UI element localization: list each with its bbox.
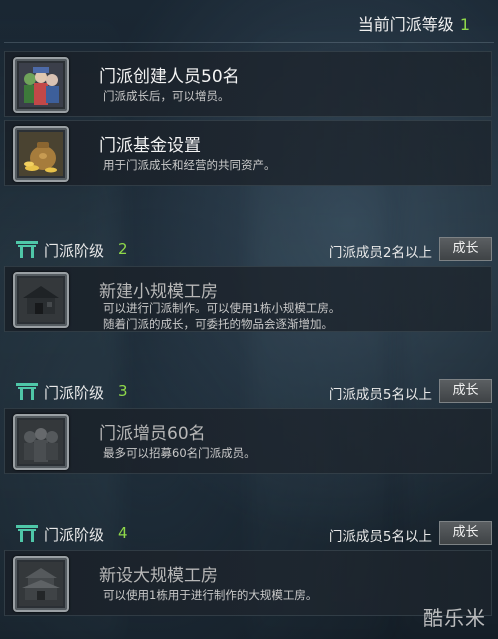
- perk-title: 门派基金设置: [99, 136, 201, 156]
- perk-desc: 可以使用1栋用于进行制作的大规模工房。: [103, 588, 318, 602]
- perk-desc: 可以进行门派制作。可以使用1栋小规模工房。 随着门派的成长，可委托的物品会逐渐增…: [103, 300, 340, 332]
- current-level-header: 当前门派等级 1: [358, 11, 470, 35]
- workshop-small-icon: [13, 272, 69, 328]
- perk-desc-line: 可以进行门派制作。可以使用1栋小规模工房。: [103, 301, 341, 315]
- stage-number: 4: [118, 524, 128, 542]
- header-divider: [4, 42, 494, 43]
- stage-label: 门派阶级: [44, 242, 105, 260]
- perk-desc: 最多可以招募60名门派成员。: [103, 446, 256, 460]
- money-bag-icon: [13, 126, 69, 182]
- current-level-label: 当前门派等级: [357, 15, 454, 34]
- members-icon: [13, 414, 69, 470]
- people-icon: [13, 57, 69, 113]
- stage-number: 2: [118, 240, 128, 258]
- stage-requirement: 门派成员5名以上: [328, 529, 432, 545]
- stage-label: 门派阶级: [44, 384, 105, 402]
- perk-card-large-workshop: 新设大规模工房 可以使用1栋用于进行制作的大规模工房。: [4, 550, 492, 616]
- perk-title: 门派创建人员50名: [99, 67, 240, 87]
- stage-number: 3: [118, 382, 128, 400]
- grow-button[interactable]: 成长: [439, 379, 492, 403]
- perk-desc: 用于门派成长和经营的共同资产。: [103, 158, 276, 172]
- gate-icon: [16, 241, 38, 258]
- stage-label: 门派阶级: [44, 526, 105, 544]
- workshop-large-icon: [13, 556, 69, 612]
- stage-requirement: 门派成员5名以上: [328, 387, 432, 403]
- perk-desc: 门派成长后，可以增员。: [103, 89, 230, 103]
- perk-title: 新设大规模工房: [99, 566, 218, 586]
- stage-requirement: 门派成员2名以上: [328, 245, 432, 261]
- grow-button[interactable]: 成长: [439, 521, 492, 545]
- perk-card-small-workshop: 新建小规模工房 可以进行门派制作。可以使用1栋小规模工房。 随着门派的成长，可委…: [4, 266, 492, 332]
- current-level-value: 1: [459, 15, 470, 34]
- watermark: 酷乐米: [423, 606, 486, 630]
- gate-icon: [16, 383, 38, 400]
- perk-title: 新建小规模工房: [99, 282, 218, 302]
- perk-card-members-60: 门派增员60名 最多可以招募60名门派成员。: [4, 408, 492, 474]
- perk-title: 门派增员60名: [99, 424, 206, 444]
- stage-4-header: 门派阶级 4 门派成员5名以上 成长: [16, 521, 492, 547]
- gate-icon: [16, 525, 38, 542]
- perk-card-fund: 门派基金设置 用于门派成长和经营的共同资产。: [4, 120, 492, 186]
- stage-2-header: 门派阶级 2 门派成员2名以上 成长: [16, 237, 492, 263]
- perk-card-members-50: 门派创建人员50名 门派成长后，可以增员。: [4, 51, 492, 117]
- stage-3-header: 门派阶级 3 门派成员5名以上 成长: [16, 379, 492, 405]
- grow-button[interactable]: 成长: [439, 237, 492, 261]
- perk-desc-line: 随着门派的成长，可委托的物品会逐渐增加。: [103, 317, 333, 331]
